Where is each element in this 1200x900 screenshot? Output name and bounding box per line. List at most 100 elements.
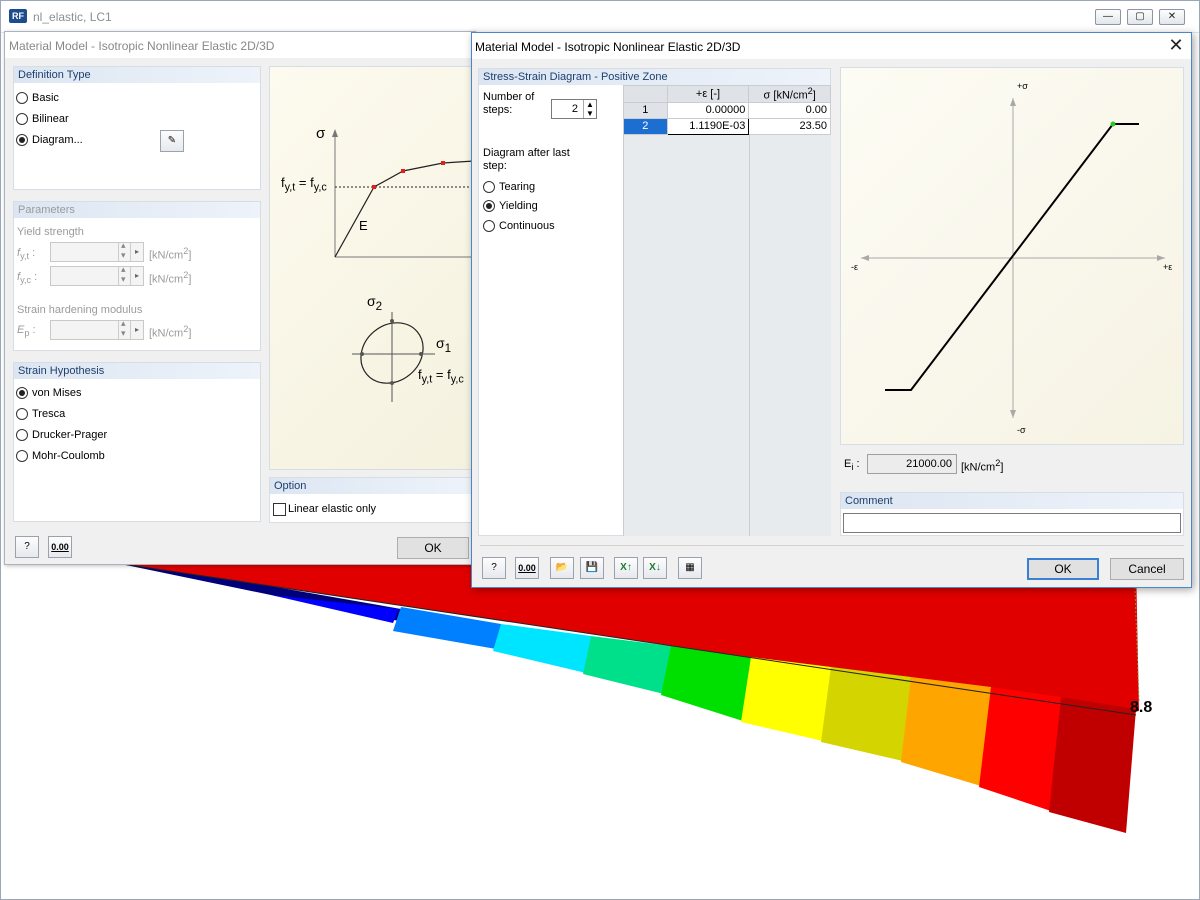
illus-e-pt4 (419, 352, 423, 356)
model-render-canvas[interactable] (1, 561, 1199, 899)
illus-point-3 (441, 161, 445, 165)
illus-point-1 (372, 185, 376, 189)
result-value-label: 8.8 (1130, 699, 1153, 716)
ei-input[interactable]: 21000.00 (867, 454, 957, 474)
option-title: Option (270, 478, 472, 494)
fyt-input[interactable]: ▸ (50, 240, 144, 262)
illus-e-pt1 (390, 319, 394, 323)
help-icon[interactable]: ? (15, 536, 39, 558)
diag-sigma-arrow-up (1010, 98, 1016, 106)
diag-eps-arrow-left (861, 255, 869, 261)
illus-sigma: σ (316, 125, 326, 142)
header-eps: +ε [-] (666, 85, 750, 103)
definition-type-title: Definition Type (14, 67, 260, 83)
dlg2-cancel-button[interactable]: Cancel (1110, 558, 1184, 580)
diag-plus-sigma: +σ (1017, 81, 1028, 91)
illus-sigma-arrow (332, 129, 338, 137)
band-5 (661, 646, 751, 721)
stress-strain-diagram (861, 98, 1165, 418)
linear-elastic-checkbox[interactable] (273, 503, 286, 516)
after-label-2: step: (483, 160, 507, 172)
steps-input[interactable]: 2 ▲ ▼ (551, 99, 597, 119)
table-header: +ε [-] σ [kN/cm2] (623, 85, 831, 103)
band-7 (821, 667, 911, 761)
dlg2-title: Material Model - Isotropic Nonlinear Ela… (475, 40, 741, 54)
diag-eps-arrow-right (1157, 255, 1165, 261)
material-dialog-background: Material Model - Isotropic Nonlinear Ela… (4, 31, 476, 565)
table-row[interactable]: 1 0.00000 0.00 (623, 101, 831, 119)
edit-diagram-icon[interactable]: ✎ (160, 130, 184, 152)
illustration-panel: σ fy,t = fy,c E σ2 σ1 fy,t = fy,c (269, 66, 473, 470)
stress-strain-dialog: Material Model - Isotropic Nonlinear Ela… (471, 32, 1192, 588)
comment-input[interactable] (843, 513, 1181, 533)
ei-unit: [kN/cm2] (961, 458, 1004, 474)
diag-plus-eps: +ε (1163, 262, 1173, 272)
hardening-label: Strain hardening modulus (17, 304, 143, 316)
fyt-label: fy,t : (17, 247, 36, 262)
steps-label-2: steps: (483, 104, 513, 116)
cell-eps[interactable]: 1.1190E-03 (666, 117, 750, 135)
band-9 (979, 687, 1061, 811)
diagram-panel: +σ -σ -ε +ε (840, 67, 1184, 445)
data-table-area (623, 85, 831, 536)
illus-sigma2: σ2 (367, 293, 383, 313)
close-icon[interactable]: ✕ (1166, 36, 1186, 56)
diag-minus-sigma: -σ (1017, 425, 1026, 435)
parameters-title: Parameters (14, 202, 260, 218)
fyc-unit: [kN/cm2] (149, 270, 192, 286)
yield-strength-label: Yield strength (17, 226, 84, 238)
dlg1-title: Material Model - Isotropic Nonlinear Ela… (9, 39, 275, 53)
units-icon[interactable]: 0.00 (515, 557, 539, 579)
ei-label: Ei : (844, 458, 860, 473)
ep-unit: [kN/cm2] (149, 324, 192, 340)
illus-fy2-label: fy,t = fy,c (418, 367, 464, 386)
steps-value: 2 (571, 103, 578, 115)
ep-input[interactable]: ▸ (50, 318, 144, 340)
fyc-input[interactable]: ▸ (50, 264, 144, 286)
maximize-icon[interactable]: ▢ (1127, 9, 1153, 25)
row-number: 1 (623, 101, 668, 119)
after-label-1: Diagram after last (483, 147, 570, 159)
stress-strain-title: Stress-Strain Diagram - Positive Zone (479, 69, 830, 85)
header-sigma: σ [kN/cm2] (748, 85, 831, 103)
close-icon[interactable]: ✕ (1159, 9, 1185, 25)
diag-minus-eps: -ε (851, 262, 859, 272)
band-6 (741, 657, 831, 741)
illus-point-2 (401, 169, 405, 173)
cell-sigma[interactable]: 23.50 (748, 117, 831, 135)
open-icon[interactable]: 📂 (550, 557, 574, 579)
cell-eps[interactable]: 0.00000 (666, 101, 750, 119)
illus-fy-label: fy,t = fy,c (281, 175, 327, 194)
table-row[interactable]: 2 1.1190E-03 23.50 (623, 117, 831, 135)
option-panel: Option Linear elastic only (269, 477, 473, 523)
import-excel-icon[interactable]: X↓ (643, 557, 667, 579)
diag-sigma-arrow-down (1010, 410, 1016, 418)
save-icon[interactable]: 💾 (580, 557, 604, 579)
cell-sigma[interactable]: 0.00 (748, 101, 831, 119)
stress-strain-panel: Stress-Strain Diagram - Positive Zone Nu… (478, 68, 831, 536)
illus-e-pt2 (390, 381, 394, 385)
steps-label-1: Number of (483, 91, 535, 103)
parameters-panel: Parameters Yield strength fy,t : ▸ [kN/c… (13, 201, 261, 351)
steps-spin-icon[interactable]: ▲ ▼ (583, 100, 596, 118)
dlg2-ok-button[interactable]: OK (1027, 558, 1099, 580)
diag-point (1110, 121, 1116, 127)
linear-elastic-label: Linear elastic only (288, 503, 377, 515)
minimize-icon[interactable]: — (1095, 9, 1121, 25)
band-10 (1049, 697, 1136, 833)
export-excel-icon[interactable]: X↑ (614, 557, 638, 579)
table-icon[interactable]: ▦ (678, 557, 702, 579)
units-icon[interactable]: 0.00 (48, 536, 72, 558)
strain-hypothesis-title: Strain Hypothesis (14, 363, 260, 379)
fyc-label: fy,c : (17, 271, 38, 286)
fyt-unit: [kN/cm2] (149, 246, 192, 262)
illus-curve (334, 160, 472, 258)
strain-hypothesis-panel: Strain Hypothesis von Mises Tresca Druck… (13, 362, 261, 522)
ep-label: Ep : (17, 324, 36, 339)
app-titlebar: RF nl_elastic, LC1 — ▢ ✕ (1, 1, 1199, 33)
dlg1-ok-button[interactable]: OK (397, 537, 469, 559)
divider (480, 545, 1184, 546)
comment-panel: Comment (840, 492, 1184, 536)
help-icon[interactable]: ? (482, 557, 506, 579)
illustration-svg (332, 129, 472, 402)
